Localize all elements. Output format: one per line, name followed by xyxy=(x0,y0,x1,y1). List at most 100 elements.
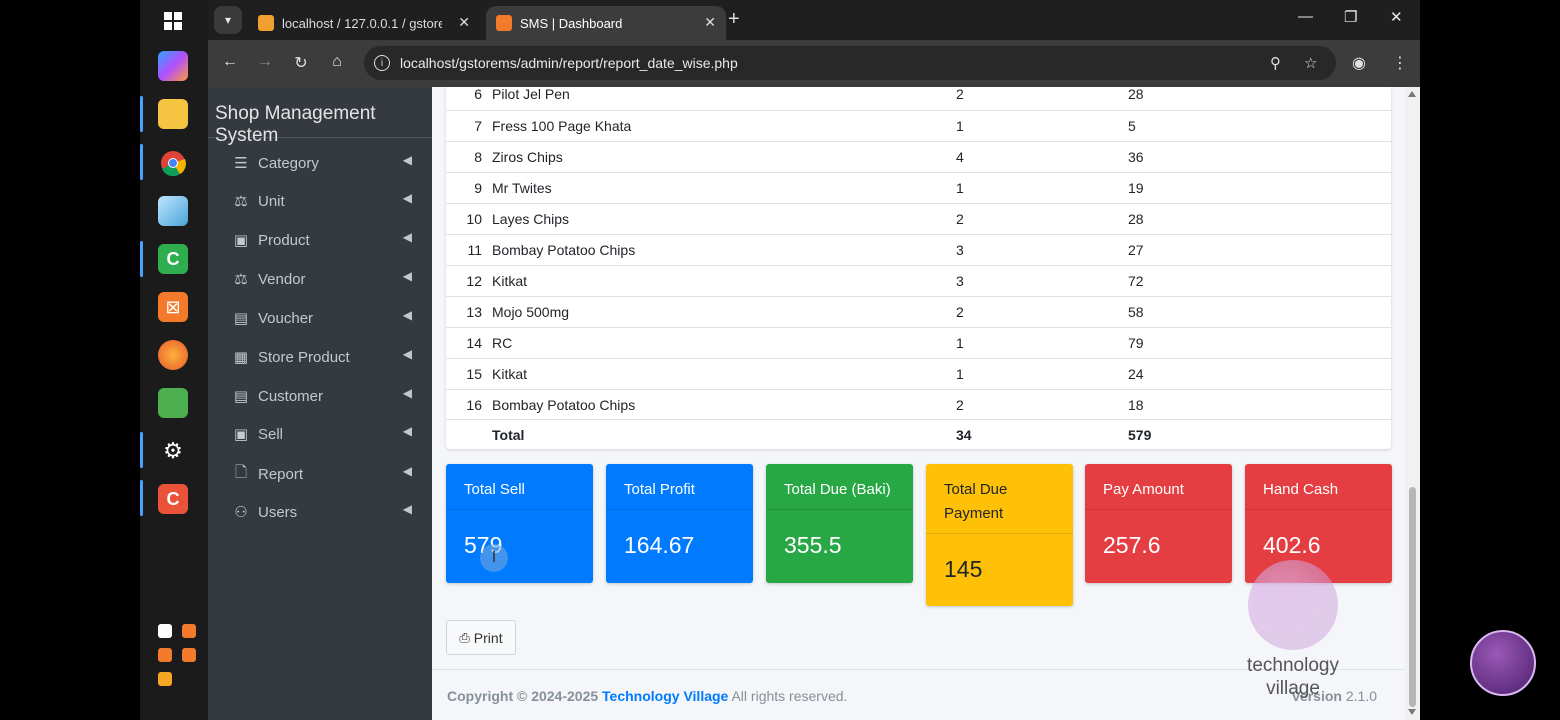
page-scrollbar[interactable] xyxy=(1405,87,1420,720)
camtasia-icon[interactable]: C xyxy=(158,244,188,274)
chevron-left-icon: ◀ xyxy=(402,424,412,438)
report-table: 6 Pilot Jel Pen 2 28 7 Fress 100 Page Kh… xyxy=(446,86,1391,450)
cell-serial: 12 xyxy=(466,273,482,289)
stat-label: Total Due Payment xyxy=(926,464,1073,534)
print-button[interactable]: ⎙ Print xyxy=(446,620,516,655)
notepad-app-icon[interactable] xyxy=(158,196,188,226)
cell-amount: 27 xyxy=(1128,242,1144,258)
taskbar-active-marker xyxy=(140,144,143,180)
tray-xampp-icon[interactable] xyxy=(158,648,172,662)
cell-product-name: Bombay Potatoo Chips xyxy=(492,397,636,413)
rights-text: All rights reserved. xyxy=(731,688,848,704)
taskbar-active-marker xyxy=(140,480,143,516)
cell-amount: 28 xyxy=(1128,211,1144,227)
sidebar-item-label: Category xyxy=(258,154,319,172)
brand-title[interactable]: Shop Management System xyxy=(208,87,432,146)
chevron-left-icon: ◀ xyxy=(402,153,412,167)
stat-label: Hand Cash xyxy=(1245,464,1392,510)
sidebar-item-category[interactable]: ☰ Category ◀ xyxy=(230,150,412,176)
chevron-left-icon: ◀ xyxy=(402,386,412,400)
cell-serial: 10 xyxy=(466,211,482,227)
new-tab-icon[interactable]: + xyxy=(728,8,740,31)
company-link[interactable]: Technology Village xyxy=(602,688,728,704)
sidebar-item-label: Sell xyxy=(258,425,284,443)
balance-scale-icon: ⚖ xyxy=(234,193,248,210)
file-icon: 🗋 xyxy=(234,463,248,481)
sidebar-item-vendor[interactable]: ⚖ Vendor ◀ xyxy=(230,266,412,292)
address-bar[interactable]: i localhost/gstorems/admin/report/report… xyxy=(364,46,1336,80)
url-text[interactable]: localhost/gstorems/admin/report/report_d… xyxy=(400,55,738,71)
back-icon[interactable]: ← xyxy=(220,53,240,71)
sidebar-item-product[interactable]: ▣ Product ◀ xyxy=(230,227,412,253)
stat-card-total-profit: Total Profit 164.67 xyxy=(606,464,753,583)
settings-gear-icon[interactable]: ⚙ xyxy=(158,436,188,466)
note-icon: ▤ xyxy=(233,388,249,405)
editor-app-icon[interactable] xyxy=(158,388,188,418)
table-total-row: Total 34 579 xyxy=(446,419,1391,450)
cell-quantity: 3 xyxy=(956,273,964,289)
stat-card-total-due-payment: Total Due Payment 145 xyxy=(926,464,1073,606)
site-info-icon[interactable]: i xyxy=(374,55,390,71)
table-row: 16 Bombay Potatoo Chips 2 18 xyxy=(446,389,1391,420)
xampp-icon[interactable]: ⊠ xyxy=(158,292,188,322)
profile-icon[interactable]: ◉ xyxy=(1352,53,1366,73)
phpmyadmin-favicon-icon xyxy=(258,15,274,31)
sidebar-item-sell[interactable]: ▣ Sell ◀ xyxy=(230,421,412,447)
menu-dots-icon[interactable]: ⋮ xyxy=(1392,53,1408,73)
file-explorer-icon[interactable] xyxy=(158,99,188,129)
home-icon[interactable]: ⌂ xyxy=(327,53,347,71)
sidebar-item-voucher[interactable]: ▤ Voucher ◀ xyxy=(230,305,412,331)
cell-product-name: Kitkat xyxy=(492,366,528,382)
table-row: 7 Fress 100 Page Khata 1 5 xyxy=(446,110,1391,141)
taskbar-active-marker xyxy=(140,432,143,468)
chevron-left-icon: ◀ xyxy=(402,308,412,322)
restore-icon[interactable]: ❐ xyxy=(1344,8,1357,26)
tab-phpmyadmin[interactable]: localhost / 127.0.0.1 / gstorems ✕ xyxy=(248,6,480,40)
cell-quantity: 2 xyxy=(956,211,964,227)
channel-logo-icon xyxy=(1470,630,1536,696)
tab-sms-dashboard[interactable]: SMS | Dashboard ✕ xyxy=(486,6,726,40)
chevron-left-icon: ◀ xyxy=(402,347,412,361)
cell-product-name: Kitkat xyxy=(492,273,528,289)
chevron-left-icon: ◀ xyxy=(402,230,412,244)
tab-strip: ▾ localhost / 127.0.0.1 / gstorems ✕ SMS… xyxy=(208,0,1420,40)
camtasia-recorder-icon[interactable]: C xyxy=(158,484,188,514)
sidebar-item-report[interactable]: 🗋 Report ◀ xyxy=(230,461,412,487)
sidebar-item-label: Users xyxy=(258,503,298,521)
total-label: Total xyxy=(492,427,525,443)
tab-search-dropdown-icon[interactable]: ▾ xyxy=(214,6,242,34)
copyright-text: Copyright © 2024-2025 Technology Village… xyxy=(447,688,847,704)
reload-icon[interactable]: ↻ xyxy=(291,53,311,73)
tray-xampp-icon[interactable] xyxy=(182,648,196,662)
cell-serial: 13 xyxy=(466,304,482,320)
cell-amount: 79 xyxy=(1128,335,1144,351)
sidebar-item-customer[interactable]: ▤ Customer ◀ xyxy=(230,383,412,409)
close-tab-icon[interactable]: ✕ xyxy=(704,14,716,31)
tray-app-icon[interactable] xyxy=(158,672,172,686)
zoom-icon[interactable]: ⚲ xyxy=(1270,54,1281,72)
copilot-icon[interactable] xyxy=(158,51,188,81)
chrome-icon[interactable] xyxy=(158,148,188,178)
sidebar-item-users[interactable]: ⚇ Users ◀ xyxy=(230,499,412,525)
close-window-icon[interactable]: ✕ xyxy=(1390,8,1403,26)
cell-serial: 16 xyxy=(466,397,482,413)
table-row: 15 Kitkat 1 24 xyxy=(446,358,1391,389)
cell-amount: 28 xyxy=(1128,86,1144,102)
minimize-icon[interactable]: — xyxy=(1298,8,1313,25)
windows-start-icon[interactable] xyxy=(158,6,188,36)
firefox-icon[interactable] xyxy=(158,340,188,370)
sidebar-item-unit[interactable]: ⚖ Unit ◀ xyxy=(230,188,412,214)
scroll-up-arrow-icon[interactable] xyxy=(1408,91,1416,97)
windows-taskbar: C ⊠ ⚙ C xyxy=(140,0,208,720)
tray-shield-icon[interactable] xyxy=(158,624,172,638)
scroll-thumb[interactable] xyxy=(1409,487,1416,707)
cell-product-name: Mr Twites xyxy=(492,180,552,196)
sidebar-item-label: Vendor xyxy=(258,270,306,288)
stat-value: 145 xyxy=(944,556,983,582)
forward-icon[interactable]: → xyxy=(255,53,275,71)
sidebar-item-store-product[interactable]: ▦ Store Product ◀ xyxy=(230,344,412,370)
tray-xampp-icon[interactable] xyxy=(182,624,196,638)
bookmark-star-icon[interactable]: ☆ xyxy=(1304,54,1317,72)
scroll-down-arrow-icon[interactable] xyxy=(1408,709,1416,715)
close-tab-icon[interactable]: ✕ xyxy=(458,14,470,31)
